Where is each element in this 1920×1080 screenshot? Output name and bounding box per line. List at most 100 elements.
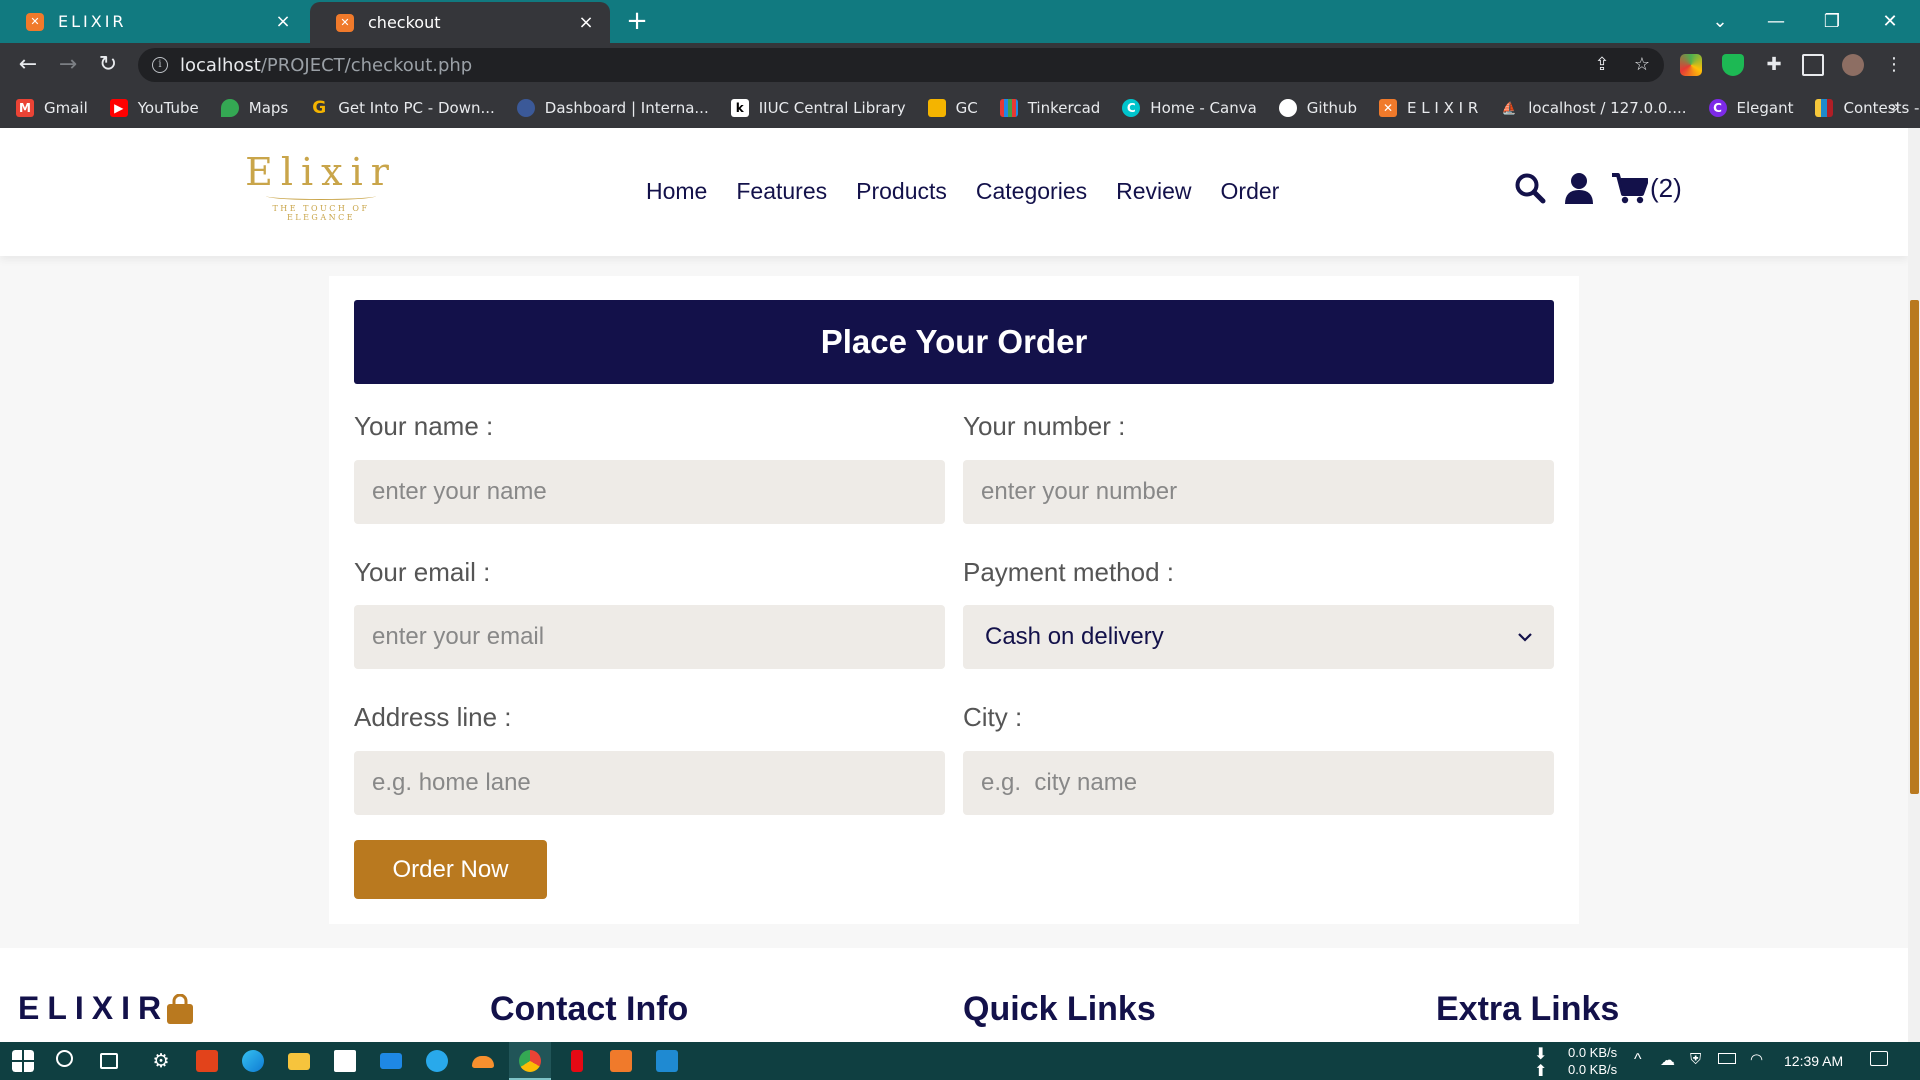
address-label: Address line :: [354, 702, 512, 732]
forward-button[interactable]: →: [54, 51, 82, 79]
nav-products[interactable]: Products: [856, 178, 947, 205]
footer-brand[interactable]: ELIXIR: [18, 990, 195, 1027]
extension-icon[interactable]: [1680, 54, 1702, 76]
xampp-icon: ✕: [26, 12, 44, 31]
xampp-icon[interactable]: [610, 1050, 632, 1072]
minimize-button[interactable]: —: [1748, 0, 1804, 43]
file-explorer-icon[interactable]: [288, 1053, 310, 1070]
search-icon[interactable]: [1514, 172, 1546, 204]
settings-gear-icon[interactable]: ⚙: [150, 1050, 172, 1072]
bookmark-iiuc-library[interactable]: k IIUC Central Library: [730, 98, 906, 117]
nav-order[interactable]: Order: [1221, 178, 1280, 205]
city-input[interactable]: [963, 751, 1554, 815]
browser-tab-checkout[interactable]: ✕ checkout ×: [310, 2, 610, 43]
address-input[interactable]: [354, 751, 945, 815]
bookmark-codeforces[interactable]: Contests - Codefor...: [1815, 98, 1920, 117]
bookmark-tinkercad[interactable]: Tinkercad: [999, 98, 1100, 117]
page-scrollbar-thumb[interactable]: [1910, 300, 1919, 794]
office-icon[interactable]: [196, 1050, 218, 1072]
name-label: Your name :: [354, 411, 494, 441]
reload-button[interactable]: ↻: [94, 51, 122, 79]
nav-review[interactable]: Review: [1116, 178, 1191, 205]
tab-search-button[interactable]: ⌄: [1692, 0, 1748, 43]
site-footer: ELIXIR Contact Info Quick Links Extra Li…: [0, 948, 1908, 1042]
email-input[interactable]: [354, 605, 945, 669]
email-label: Your email :: [354, 557, 491, 587]
netflix-icon[interactable]: [571, 1050, 583, 1072]
bookmark-gc[interactable]: GC: [927, 98, 978, 117]
telegram-icon[interactable]: [426, 1050, 448, 1072]
menu-icon[interactable]: ⋮: [1880, 51, 1908, 79]
tinkercad-icon: [999, 98, 1018, 117]
cloud-icon[interactable]: ☁: [1660, 1051, 1675, 1069]
browser-toolbar: ← → ↻ i localhost/PROJECT/checkout.php ⇪…: [0, 43, 1920, 87]
extensions-puzzle-icon[interactable]: ✚: [1760, 51, 1788, 79]
bookmarks-bar: M Gmail ▶ YouTube Maps G Get Into PC - Down…: [0, 87, 1920, 128]
chevron-up-icon[interactable]: ^: [1634, 1051, 1642, 1069]
bookmark-getintopc[interactable]: G Get Into PC - Down...: [310, 98, 495, 118]
cart-button[interactable]: (2): [1612, 172, 1682, 204]
store-icon[interactable]: [334, 1050, 356, 1072]
elixir-logo[interactable]: Elixir THE TOUCH OF ELEGANCE: [238, 150, 404, 222]
bookmark-elegant[interactable]: C Elegant: [1708, 98, 1793, 117]
payment-method-select[interactable]: Cash on delivery: [963, 605, 1554, 669]
site-info-icon[interactable]: i: [152, 57, 168, 73]
footer-extra-links-title: Extra Links: [1436, 990, 1620, 1028]
wifi-icon[interactable]: ◠: [1750, 1050, 1763, 1068]
bookmark-youtube[interactable]: ▶ YouTube: [109, 98, 199, 117]
bookmark-dashboard[interactable]: Dashboard | Interna...: [516, 98, 709, 117]
browser-tab-elixir[interactable]: ✕ ELIXIR ×: [0, 0, 307, 43]
maximize-button[interactable]: ❐: [1804, 0, 1860, 43]
number-input[interactable]: [963, 460, 1554, 524]
youtube-icon: ▶: [109, 98, 128, 117]
side-panel-icon[interactable]: [1802, 54, 1824, 76]
codeforces-icon: [1815, 98, 1834, 117]
bookmark-canva[interactable]: C Home - Canva: [1122, 98, 1257, 117]
share-icon[interactable]: ⇪: [1588, 51, 1616, 79]
bookmark-star-icon[interactable]: ☆: [1628, 51, 1656, 79]
task-view-icon[interactable]: [100, 1053, 118, 1069]
footer-contact-title: Contact Info: [490, 990, 689, 1028]
bookmark-github[interactable]: Github: [1278, 98, 1357, 117]
clock-time[interactable]: 12:39 AM: [1784, 1053, 1843, 1069]
bookmark-elixir[interactable]: ✕ E L I X I R: [1379, 98, 1478, 117]
user-icon[interactable]: [1564, 172, 1594, 204]
bookmark-localhost[interactable]: ⛵ localhost / 127.0.0....: [1500, 99, 1687, 117]
nav-home[interactable]: Home: [646, 178, 707, 205]
profile-avatar[interactable]: [1842, 54, 1864, 76]
classroom-icon: [927, 98, 946, 117]
phpmyadmin-icon: ⛵: [1501, 100, 1517, 115]
order-now-button[interactable]: Order Now: [354, 840, 547, 899]
search-icon[interactable]: [56, 1050, 73, 1067]
nav-features[interactable]: Features: [736, 178, 827, 205]
close-icon[interactable]: ×: [273, 11, 293, 32]
battery-icon[interactable]: [1718, 1053, 1736, 1064]
security-shield-icon[interactable]: ⛨: [1690, 1051, 1701, 1068]
shield-icon[interactable]: [1722, 54, 1744, 76]
bookmark-gmail[interactable]: M Gmail: [16, 98, 88, 117]
bookmarks-overflow-button[interactable]: »: [1890, 97, 1900, 116]
site-header: Elixir THE TOUCH OF ELEGANCE Home Featur…: [0, 128, 1908, 256]
mail-icon[interactable]: [380, 1053, 402, 1069]
chrome-icon[interactable]: [519, 1050, 541, 1072]
name-input[interactable]: [354, 460, 945, 524]
shopping-bag-icon: [167, 993, 194, 1024]
main-nav: Home Features Products Categories Review…: [646, 178, 1308, 205]
back-button[interactable]: ←: [14, 51, 42, 79]
new-tab-button[interactable]: +: [622, 6, 652, 36]
address-bar[interactable]: i localhost/PROJECT/checkout.php: [138, 48, 1664, 82]
notifications-icon[interactable]: [1870, 1051, 1888, 1066]
vscode-icon[interactable]: [656, 1050, 678, 1072]
close-icon[interactable]: ×: [576, 12, 596, 33]
checkout-form: Place Your Order Your name : Your number…: [329, 276, 1579, 924]
github-icon: [1278, 98, 1297, 117]
window-close-button[interactable]: ✕: [1862, 0, 1918, 43]
cloudflare-icon[interactable]: [472, 1056, 494, 1068]
windows-start-icon[interactable]: [12, 1050, 34, 1072]
bookmark-maps[interactable]: Maps: [220, 98, 288, 117]
header-icons: (2): [1514, 172, 1682, 204]
cart-icon: [1612, 173, 1648, 204]
footer-brand-text: ELIXIR: [18, 990, 170, 1026]
nav-categories[interactable]: Categories: [976, 178, 1087, 205]
edge-icon[interactable]: [242, 1050, 264, 1072]
